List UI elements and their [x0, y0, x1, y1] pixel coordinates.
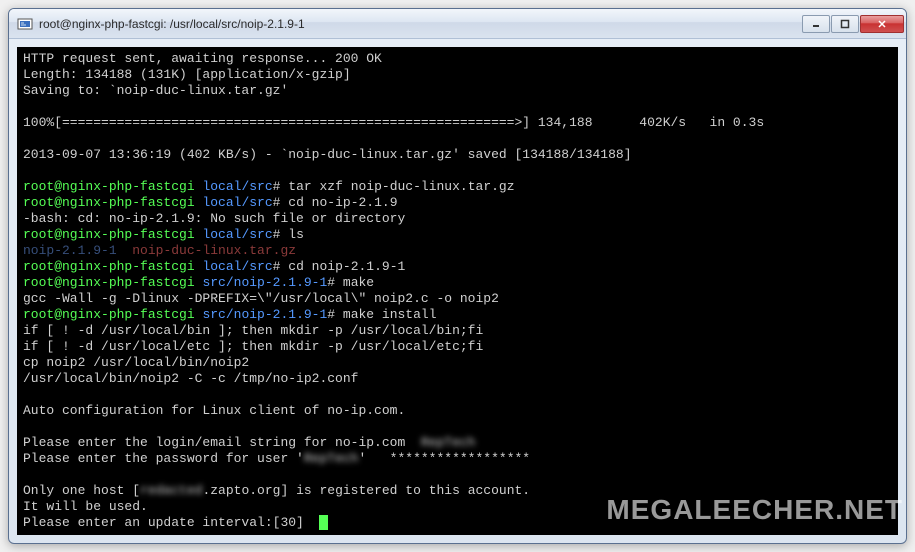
redacted-text: RepTech	[304, 451, 359, 467]
command: make install	[343, 307, 437, 322]
output-line: gcc -Wall -g -Dlinux -DPREFIX=\"/usr/loc…	[23, 291, 499, 306]
prompt-path: src/noip-2.1.9-1	[202, 307, 327, 322]
cursor	[319, 515, 328, 530]
output-line: Length: 134188 (131K) [application/x-gzi…	[23, 67, 351, 82]
output-line: Only one host [	[23, 483, 140, 498]
input-prompt: Please enter the login/email string for …	[23, 435, 421, 450]
input-prompt: Please enter the password for user '	[23, 451, 304, 466]
prompt-hash: #	[273, 179, 289, 194]
title-buttons	[802, 15, 904, 33]
output-line: -bash: cd: no-ip-2.1.9: No such file or …	[23, 211, 405, 226]
command: cd no-ip-2.1.9	[288, 195, 397, 210]
output-line: if [ ! -d /usr/local/bin ]; then mkdir -…	[23, 323, 483, 338]
minimize-button[interactable]	[802, 15, 830, 33]
input-prompt: Please enter an update interval:[30]	[23, 515, 319, 530]
prompt-path: local/src	[202, 195, 272, 210]
prompt-user: root@nginx-php-fastcgi	[23, 307, 195, 322]
output-line: /usr/local/bin/noip2 -C -c /tmp/no-ip2.c…	[23, 371, 358, 386]
terminal-content[interactable]: HTTP request sent, awaiting response... …	[17, 47, 898, 535]
output-line: ' ******************	[358, 451, 530, 466]
terminal-window: root@nginx-php-fastcgi: /usr/local/src/n…	[8, 8, 907, 544]
prompt-user: root@nginx-php-fastcgi	[23, 179, 195, 194]
output-line: .zapto.org] is registered to this accoun…	[202, 483, 530, 498]
command: tar xzf noip-duc-linux.tar.gz	[288, 179, 514, 194]
prompt-path: local/src	[202, 179, 272, 194]
prompt-user: root@nginx-php-fastcgi	[23, 259, 195, 274]
output-line: Auto configuration for Linux client of n…	[23, 403, 405, 418]
output-line: 2013-09-07 13:36:19 (402 KB/s) - `noip-d…	[23, 147, 632, 162]
prompt-path: local/src	[202, 259, 272, 274]
close-button[interactable]	[860, 15, 904, 33]
output-line: It will be used.	[23, 499, 148, 514]
prompt-hash: #	[273, 227, 289, 242]
prompt-hash: #	[327, 307, 343, 322]
titlebar[interactable]: root@nginx-php-fastcgi: /usr/local/src/n…	[9, 9, 906, 39]
redacted-text: redacted	[140, 483, 202, 499]
prompt-user: root@nginx-php-fastcgi	[23, 195, 195, 210]
window-title: root@nginx-php-fastcgi: /usr/local/src/n…	[39, 17, 802, 31]
prompt-user: root@nginx-php-fastcgi	[23, 275, 195, 290]
prompt-hash: #	[327, 275, 343, 290]
maximize-button[interactable]	[831, 15, 859, 33]
output-line: if [ ! -d /usr/local/etc ]; then mkdir -…	[23, 339, 483, 354]
ls-archive: noip-duc-linux.tar.gz	[132, 243, 296, 258]
prompt-path: local/src	[202, 227, 272, 242]
redacted-text: RepTech	[421, 435, 476, 451]
output-line: 100%[===================================…	[23, 115, 764, 130]
putty-icon	[17, 16, 33, 32]
output-line: HTTP request sent, awaiting response... …	[23, 51, 382, 66]
ls-directory: noip-2.1.9-1	[23, 243, 117, 258]
command: cd noip-2.1.9-1	[288, 259, 405, 274]
command: ls	[288, 227, 304, 242]
output-line: Saving to: `noip-duc-linux.tar.gz'	[23, 83, 288, 98]
prompt-hash: #	[273, 195, 289, 210]
prompt-user: root@nginx-php-fastcgi	[23, 227, 195, 242]
prompt-hash: #	[273, 259, 289, 274]
command: make	[343, 275, 374, 290]
output-line: cp noip2 /usr/local/bin/noip2	[23, 355, 249, 370]
prompt-path: src/noip-2.1.9-1	[202, 275, 327, 290]
